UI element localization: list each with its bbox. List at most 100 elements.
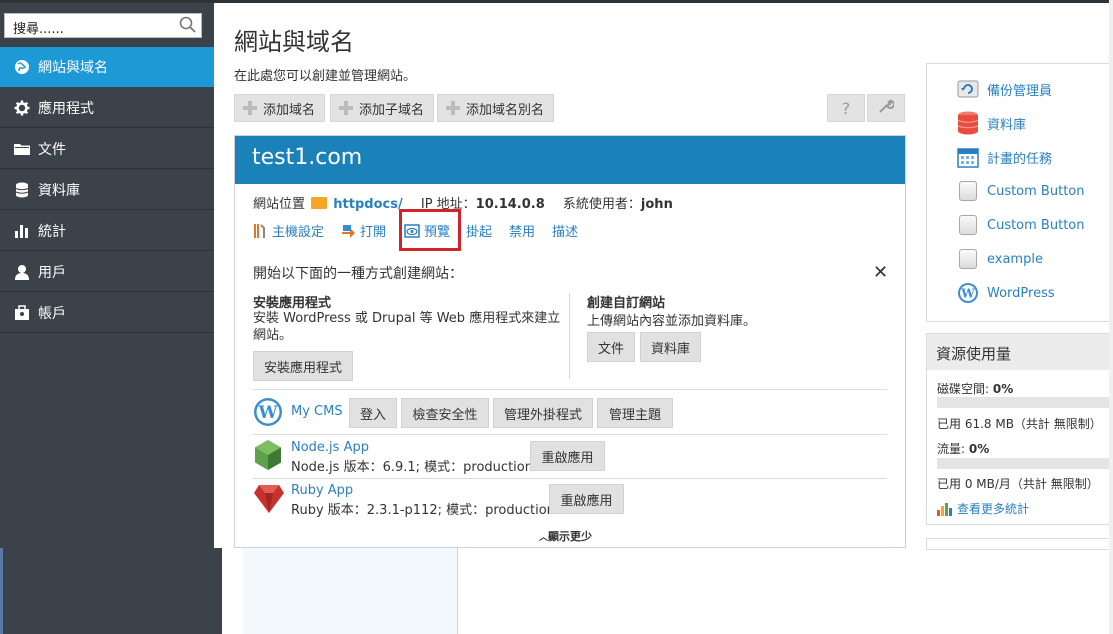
nodejs-app-details: Node.js 版本：6.9.1; 模式：production xyxy=(291,460,533,475)
add-domain-alias-button[interactable]: 添加域名別名 xyxy=(437,94,555,122)
sidebar-item-label: 資料庫 xyxy=(38,182,80,199)
bar-chart-icon xyxy=(14,223,30,239)
user-icon xyxy=(14,264,30,280)
custom-button-link[interactable]: Custom Button xyxy=(957,180,1084,202)
highlight-box xyxy=(399,209,461,251)
traffic-used-text: 已用 0 MB/月（共計 無限制） xyxy=(937,477,1099,491)
sidebar-item-account[interactable]: 帳戶 xyxy=(0,293,214,333)
backup-manager-label: 備份管理員 xyxy=(987,83,1053,99)
suspend-label: 掛起 xyxy=(466,225,493,240)
scheduled-tasks-link[interactable]: 計畫的任務 xyxy=(957,146,1052,168)
background-panel-light xyxy=(243,548,457,634)
disk-space-label: 磁碟空間: xyxy=(937,382,993,396)
sidebar-item-statistics[interactable]: 統計 xyxy=(0,211,214,251)
start-title: 開始以下面的一種方式創建網站： xyxy=(253,266,463,282)
check-security-label: 檢查安全性 xyxy=(412,407,478,423)
help-button[interactable]: ? xyxy=(827,94,865,122)
domain-header: test1.com xyxy=(235,136,905,184)
disk-space-percent: 0% xyxy=(992,382,1014,396)
search-input[interactable]: 搜尋...... xyxy=(4,13,202,38)
disk-usage-bar xyxy=(937,397,1113,408)
close-icon[interactable]: ✕ xyxy=(873,262,888,283)
wordpress-label: WordPress xyxy=(987,285,1055,301)
bar-chart-icon xyxy=(937,502,953,516)
location-link[interactable]: httpdocs/ xyxy=(333,197,402,212)
login-button-label: 登入 xyxy=(359,407,386,423)
show-less-link[interactable]: ︿顯示更少 xyxy=(539,528,592,544)
wordpress-link[interactable]: W WordPress xyxy=(957,282,1055,304)
custom-button-icon xyxy=(957,180,979,202)
scheduled-tasks-label: 計畫的任務 xyxy=(987,151,1053,167)
check-security-button[interactable]: 檢查安全性 xyxy=(401,398,489,428)
page-title: 網站與域名 xyxy=(234,28,354,56)
nodejs-app-name[interactable]: Node.js App xyxy=(291,440,369,455)
view-more-stats-link[interactable]: 查看更多統計 xyxy=(937,500,1029,517)
divider xyxy=(569,293,570,379)
nodejs-restart-button[interactable]: 重啟應用 xyxy=(530,441,605,471)
sidebar-item-users[interactable]: 用戶 xyxy=(0,252,214,292)
window-edge xyxy=(1109,0,1113,634)
wordpress-app-name[interactable]: My CMS xyxy=(291,404,343,419)
databases-label: 資料庫 xyxy=(987,117,1027,133)
sidebar: 搜尋...... 網站與域名 應用程式 文件 資料庫 統計 用戶 帳戶 xyxy=(0,3,214,548)
disk-used-text: 已用 61.8 MB（共計 無限制） xyxy=(937,417,1102,431)
hosting-settings-label: 主機設定 xyxy=(272,225,325,240)
backup-manager-link[interactable]: 備份管理員 xyxy=(957,78,1052,100)
settings-button[interactable] xyxy=(867,94,905,122)
sysuser-value: john xyxy=(640,197,673,212)
disk-space-row: 磁碟空間: 0% xyxy=(937,380,1013,397)
databases-link[interactable]: 資料庫 xyxy=(957,111,1027,135)
help-icon: ? xyxy=(841,98,851,118)
add-domain-button[interactable]: 添加域名 xyxy=(234,94,326,122)
describe-link[interactable]: 描述 xyxy=(552,221,578,240)
sidebar-item-databases[interactable]: 資料庫 xyxy=(0,170,214,210)
open-label: 打開 xyxy=(360,225,387,240)
sidebar-item-websites[interactable]: 網站與域名 xyxy=(0,47,214,87)
install-app-button[interactable]: 安裝應用程式 xyxy=(253,351,353,381)
traffic-row: 流量: 0% xyxy=(937,440,989,457)
resource-usage-header: 資源使用量 xyxy=(927,334,1113,370)
manage-plugins-button[interactable]: 管理外掛程式 xyxy=(493,398,593,428)
suspend-link[interactable]: 掛起 xyxy=(466,221,492,240)
hosting-settings-link[interactable]: 主機設定 xyxy=(252,221,324,240)
disable-link[interactable]: 禁用 xyxy=(509,221,535,240)
ruby-restart-button[interactable]: 重啟應用 xyxy=(549,484,624,514)
custom-button-link[interactable]: Custom Button xyxy=(957,214,1084,236)
page-subtitle: 在此處您可以創建並管理網站。 xyxy=(234,69,417,84)
manage-themes-label: 管理主題 xyxy=(608,407,661,423)
ruby-app-details: Ruby 版本：2.3.1-p112; 模式：production xyxy=(291,503,555,518)
resource-usage-title: 資源使用量 xyxy=(936,345,1012,363)
files-button-label: 文件 xyxy=(597,341,624,357)
search-input-value: 搜尋...... xyxy=(13,22,64,37)
domain-name[interactable]: test1.com xyxy=(252,145,362,170)
svg-text:W: W xyxy=(257,403,278,423)
gear-icon xyxy=(14,100,30,116)
search-icon[interactable] xyxy=(179,16,197,34)
manage-themes-button[interactable]: 管理主題 xyxy=(597,398,673,428)
add-subdomain-button[interactable]: 添加子域名 xyxy=(330,94,435,122)
sysuser-label: 系統使用者： xyxy=(562,197,641,212)
ruby-app-name[interactable]: Ruby App xyxy=(291,483,353,498)
divider xyxy=(253,389,887,390)
open-link[interactable]: 打開 xyxy=(340,221,386,240)
show-less-label: 顯示更少 xyxy=(548,530,593,543)
login-button[interactable]: 登入 xyxy=(349,398,397,428)
divider xyxy=(253,478,887,479)
sidebar-item-applications[interactable]: 應用程式 xyxy=(0,88,214,128)
custom-button-icon xyxy=(957,214,979,236)
restart-label: 重啟應用 xyxy=(541,450,594,466)
resource-usage-panel: 資源使用量 磁碟空間: 0% 已用 61.8 MB（共計 無限制） 流量: 0%… xyxy=(926,333,1113,525)
wrench-icon xyxy=(878,98,895,118)
files-button[interactable]: 文件 xyxy=(587,332,635,362)
example-link[interactable]: example xyxy=(957,248,1043,270)
install-app-button-label: 安裝應用程式 xyxy=(263,360,342,376)
background-divider xyxy=(457,548,458,634)
ip-value: 10.14.0.8 xyxy=(475,197,545,212)
next-panel xyxy=(926,538,1113,550)
sidebar-item-files[interactable]: 文件 xyxy=(0,129,214,169)
folder-icon xyxy=(311,197,328,209)
wordpress-icon: W xyxy=(253,397,283,431)
background-stripe xyxy=(0,548,3,634)
databases-button[interactable]: 資料庫 xyxy=(640,332,701,362)
describe-label: 描述 xyxy=(552,225,579,240)
